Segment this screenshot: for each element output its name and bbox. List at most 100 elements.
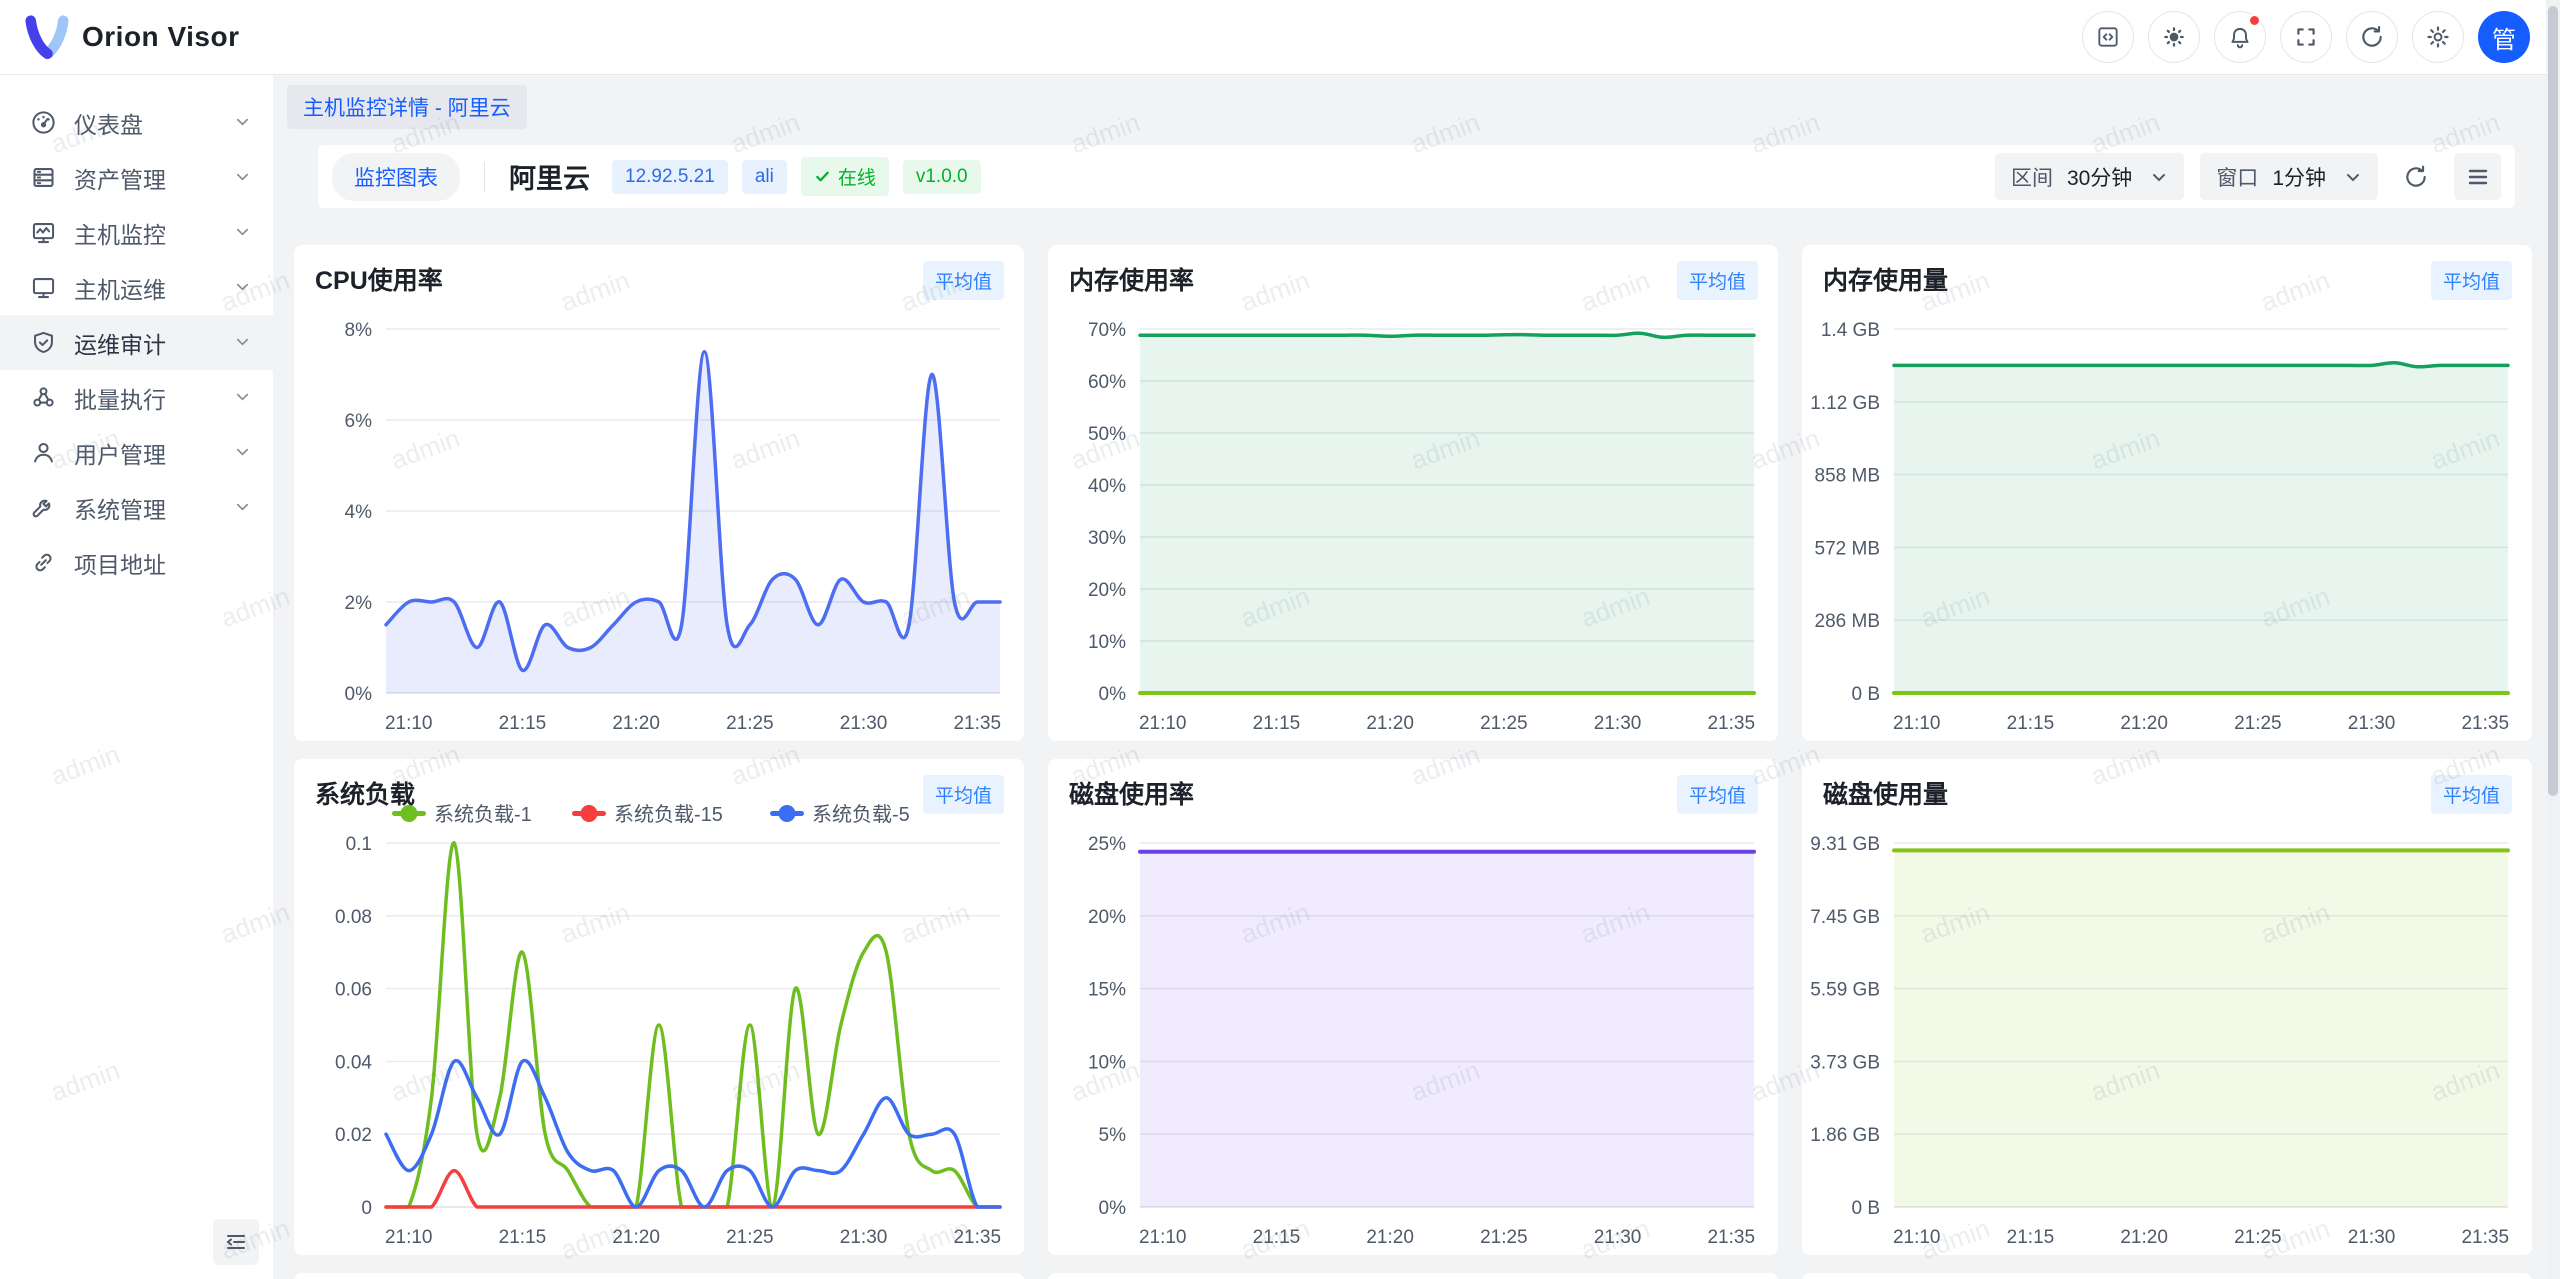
charts-refresh-button[interactable] bbox=[2394, 155, 2438, 199]
check-icon bbox=[814, 168, 831, 185]
svg-text:21:20: 21:20 bbox=[1366, 713, 1414, 734]
chart-title: 内存使用率 bbox=[1069, 261, 1194, 297]
average-badge[interactable]: 平均值 bbox=[2431, 261, 2512, 300]
host-tag: v1.0.0 bbox=[903, 160, 981, 194]
host-tag-text: v1.0.0 bbox=[916, 166, 968, 188]
sidebar-item-label: 资产管理 bbox=[74, 161, 166, 195]
chevron-down-icon bbox=[234, 329, 251, 356]
svg-text:2%: 2% bbox=[345, 593, 373, 614]
scrollbar-thumb[interactable] bbox=[2548, 6, 2558, 796]
svg-text:1.12 GB: 1.12 GB bbox=[1810, 393, 1880, 414]
svg-text:21:35: 21:35 bbox=[2461, 1227, 2509, 1248]
batch-exec-icon bbox=[30, 384, 57, 411]
svg-text:21:25: 21:25 bbox=[726, 713, 774, 734]
svg-text:21:35: 21:35 bbox=[1707, 1227, 1755, 1248]
svg-text:0.1: 0.1 bbox=[346, 834, 372, 855]
svg-text:系统负载-1: 系统负载-1 bbox=[434, 803, 532, 826]
chart-card-next-row bbox=[294, 1273, 1024, 1279]
sidebar-item-批量执行[interactable]: 批量执行 bbox=[0, 370, 273, 425]
toolbar-divider bbox=[484, 162, 485, 192]
sidebar-item-系统管理[interactable]: 系统管理 bbox=[0, 480, 273, 535]
chevron-down-icon bbox=[234, 384, 251, 411]
chart-layout-button[interactable] bbox=[2454, 153, 2501, 200]
sidebar-item-仪表盘[interactable]: 仪表盘 bbox=[0, 95, 273, 150]
app-header: Orion Visor 管 bbox=[0, 0, 2560, 75]
chart-plot: 0 B1.86 GB3.73 GB5.59 GB7.45 GB9.31 GB21… bbox=[1802, 759, 2532, 1255]
code-button[interactable] bbox=[2082, 11, 2134, 63]
svg-text:系统负载-15: 系统负载-15 bbox=[614, 803, 723, 826]
sidebar-item-label: 主机监控 bbox=[74, 216, 166, 250]
chevron-down-icon bbox=[2344, 168, 2362, 186]
host-ops-icon bbox=[30, 274, 57, 301]
chart-card-磁盘使用率: 0%5%10%15%20%25%21:1021:1521:2021:2521:3… bbox=[1048, 759, 1778, 1255]
average-badge[interactable]: 平均值 bbox=[1677, 261, 1758, 300]
page: Orion Visor 管 仪表盘资产管理主机监控主机运维运维审计批量执行用户管… bbox=[0, 0, 2560, 1279]
svg-text:21:15: 21:15 bbox=[2007, 713, 2055, 734]
interval-select[interactable]: 区间 30分钟 bbox=[1995, 153, 2184, 200]
svg-text:21:25: 21:25 bbox=[1480, 1227, 1528, 1248]
assets-icon bbox=[30, 164, 57, 191]
svg-text:4%: 4% bbox=[345, 502, 373, 523]
svg-text:5%: 5% bbox=[1099, 1125, 1127, 1146]
svg-text:9.31 GB: 9.31 GB bbox=[1810, 834, 1880, 855]
breadcrumb[interactable]: 主机监控详情 - 阿里云 bbox=[287, 85, 527, 129]
svg-text:0 B: 0 B bbox=[1851, 1198, 1880, 1219]
chart-card-next-row bbox=[1802, 1273, 2532, 1279]
interval-value: 30分钟 bbox=[2067, 162, 2132, 192]
chevron-down-icon bbox=[234, 439, 251, 466]
sidebar-item-label: 仪表盘 bbox=[74, 106, 143, 140]
svg-text:21:15: 21:15 bbox=[2007, 1227, 2055, 1248]
fullscreen-button[interactable] bbox=[2280, 11, 2332, 63]
svg-text:21:20: 21:20 bbox=[612, 713, 660, 734]
host-tag-text: ali bbox=[755, 166, 774, 188]
sidebar-item-主机监控[interactable]: 主机监控 bbox=[0, 205, 273, 260]
host-tag: 在线 bbox=[801, 157, 889, 196]
chart-title: CPU使用率 bbox=[315, 261, 443, 297]
chevron-down-icon bbox=[234, 219, 251, 246]
user-avatar[interactable]: 管 bbox=[2478, 11, 2530, 63]
svg-text:21:10: 21:10 bbox=[1139, 1227, 1187, 1248]
host-name: 阿里云 bbox=[509, 157, 590, 196]
fullscreen-icon bbox=[2293, 24, 2319, 50]
svg-text:21:30: 21:30 bbox=[1594, 1227, 1642, 1248]
svg-text:1.4 GB: 1.4 GB bbox=[1821, 320, 1880, 341]
svg-text:50%: 50% bbox=[1088, 424, 1126, 445]
bell-icon bbox=[2227, 24, 2253, 50]
svg-text:21:25: 21:25 bbox=[2234, 1227, 2282, 1248]
svg-text:21:30: 21:30 bbox=[2348, 1227, 2396, 1248]
svg-text:0.04: 0.04 bbox=[335, 1052, 372, 1073]
sidebar-item-label: 运维审计 bbox=[74, 326, 166, 360]
average-badge[interactable]: 平均值 bbox=[923, 775, 1004, 814]
chevron-down-icon bbox=[2150, 168, 2168, 186]
host-tag: ali bbox=[742, 160, 787, 194]
sidebar-item-主机运维[interactable]: 主机运维 bbox=[0, 260, 273, 315]
svg-text:21:25: 21:25 bbox=[1480, 713, 1528, 734]
sidebar-item-资产管理[interactable]: 资产管理 bbox=[0, 150, 273, 205]
window-select[interactable]: 窗口 1分钟 bbox=[2200, 153, 2378, 200]
svg-text:3.73 GB: 3.73 GB bbox=[1810, 1052, 1880, 1073]
sidebar-item-用户管理[interactable]: 用户管理 bbox=[0, 425, 273, 480]
notifications-button[interactable] bbox=[2214, 11, 2266, 63]
tab-monitor-charts[interactable]: 监控图表 bbox=[332, 153, 460, 201]
sidebar-item-项目地址[interactable]: 项目地址 bbox=[0, 535, 273, 590]
svg-text:10%: 10% bbox=[1088, 1052, 1126, 1073]
svg-text:21:35: 21:35 bbox=[1707, 713, 1755, 734]
settings-button[interactable] bbox=[2412, 11, 2464, 63]
svg-text:25%: 25% bbox=[1088, 834, 1126, 855]
svg-text:0 B: 0 B bbox=[1851, 684, 1880, 705]
chevron-down-icon bbox=[234, 164, 251, 191]
refresh-button[interactable] bbox=[2346, 11, 2398, 63]
average-badge[interactable]: 平均值 bbox=[923, 261, 1004, 300]
sidebar-item-运维审计[interactable]: 运维审计 bbox=[0, 315, 273, 370]
svg-text:21:20: 21:20 bbox=[2120, 713, 2168, 734]
sidebar-menu: 仪表盘资产管理主机监控主机运维运维审计批量执行用户管理系统管理项目地址 bbox=[0, 75, 273, 590]
chart-card-内存使用率: 0%10%20%30%40%50%60%70%21:1021:1521:2021… bbox=[1048, 245, 1778, 741]
chart-plot: 00.020.040.060.080.121:1021:1521:2021:25… bbox=[294, 759, 1024, 1255]
app-title: Orion Visor bbox=[82, 21, 239, 53]
page-scrollbar[interactable] bbox=[2546, 0, 2560, 1279]
svg-text:0%: 0% bbox=[1099, 684, 1127, 705]
average-badge[interactable]: 平均值 bbox=[2431, 775, 2512, 814]
collapse-sidebar-button[interactable] bbox=[213, 1219, 259, 1265]
average-badge[interactable]: 平均值 bbox=[1677, 775, 1758, 814]
theme-button[interactable] bbox=[2148, 11, 2200, 63]
